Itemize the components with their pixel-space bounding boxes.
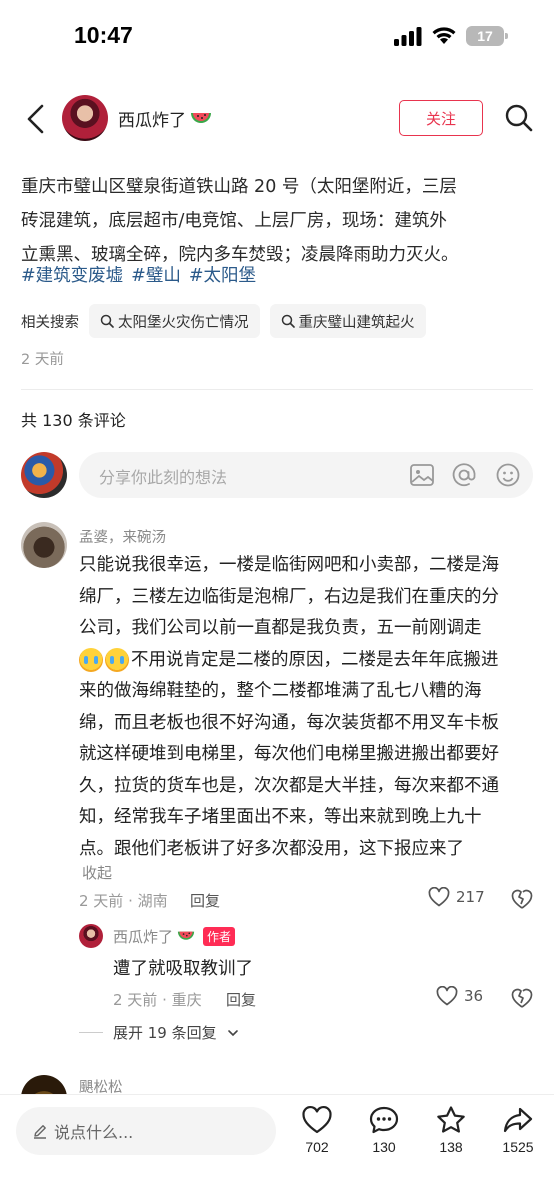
hashtag[interactable]: #太阳堡 [189,262,256,287]
crying-emoji-icon [105,648,129,673]
comment-line-text: 不用说肯定是二楼的原因，二楼是去年年底搬进 [131,649,499,670]
reply-user[interactable]: 西瓜炸了 作者 [113,926,236,947]
comment-bubble-icon [369,1106,399,1134]
reply-text: 遭了就吸取教训了 [113,959,253,979]
comment-line: 就这样硬堆到电梯里，每次他们电梯里搬进搬出都要好 [79,744,499,764]
wifi-icon [432,27,456,44]
battery-level: 17 [477,28,493,44]
author-avatar[interactable] [62,95,108,141]
star-count: 138 [439,1139,463,1155]
divider [21,389,533,390]
star-action[interactable]: 138 [423,1105,479,1155]
comment-line: 绵，而且老板也很不好沟通，每次装货都不用叉车卡板 [79,712,499,733]
comment-meta: 2 天前 · 湖南 [79,892,168,910]
reply-user-name: 西瓜炸了 [113,928,174,946]
heart-icon [302,1105,332,1134]
comment-line: 来的做海绵鞋垫的，整个二楼都堆满了乱七八糟的海 [79,681,482,701]
watermelon-icon [191,112,211,123]
follow-button[interactable]: 关注 [399,100,483,136]
post-line: 重庆市璧山区璧泉街道铁山路 20 号（太阳堡附近，三层 [21,177,457,197]
share-icon [503,1107,533,1133]
reply-button[interactable]: 回复 [190,890,220,911]
comment-line: 公司，我们公司以前一直都是我负责，五一前刚调走 [79,618,482,638]
signal-icon [394,27,422,46]
commenter-name[interactable]: 孟婆，来碗汤 [79,526,166,547]
comment-line: 知，经常我车子堵里面出不来，等出来就到晚上九十 [79,807,482,827]
star-icon [437,1106,465,1133]
dislike-icon[interactable] [511,987,533,1009]
comment-like-button[interactable]: 217 [428,887,485,907]
my-avatar [21,452,67,498]
expand-replies-label: 展开 19 条回复 [113,1024,217,1042]
author-badge: 作者 [203,927,236,946]
search-icon [100,314,114,328]
commenter-avatar[interactable] [21,522,67,568]
crying-emoji-icon [79,648,103,673]
related-search-chip[interactable]: 太阳堡火灾伤亡情况 [89,304,260,338]
comment-total: 130 [372,1139,396,1155]
collapse-button[interactable]: 收起 [82,862,112,883]
like-count: 702 [305,1139,329,1155]
status-icons: 17 [394,26,508,46]
reply-meta: 2 天前 · 重庆 [113,991,202,1009]
composer-placeholder: 分享你此刻的想法 [99,468,228,487]
author-name-text: 西瓜炸了 [118,111,186,131]
related-searches: 相关搜索 太阳堡火灾伤亡情况 重庆璧山建筑起火 [21,304,436,338]
reply-like-button[interactable]: 36 [436,986,483,1006]
comment-count: 共 130 条评论 [21,411,126,430]
post-text: 重庆市璧山区璧泉街道铁山路 20 号（太阳堡附近，三层 砖混建筑，底层超市/电竞… [21,170,536,272]
share-count: 1525 [502,1139,534,1155]
expand-divider [79,1032,103,1033]
heart-icon [436,986,458,1006]
image-icon[interactable] [409,462,435,488]
comment-text: 只能说我很幸运，一楼是临街网吧和小卖部，二楼是海 绵厂，三楼左边临街是泡棉厂，右… [79,550,537,865]
back-icon[interactable] [22,102,50,136]
comment-line: 久，拉货的货车也是，次次都是大半挂，每次来都不通 [79,775,499,796]
related-search-text: 重庆璧山建筑起火 [298,314,415,331]
hashtag[interactable]: #璧山 [131,262,181,287]
emoji-icon[interactable] [495,462,521,488]
search-icon [281,314,295,328]
bottom-input-placeholder: 说点什么... [54,1123,134,1142]
reply-like-count: 36 [464,987,484,1005]
post-time: 2 天前 [21,352,64,368]
hashtag[interactable]: #建筑变废墟 [21,262,123,287]
dislike-icon[interactable] [511,888,533,910]
comment-line: 点。跟他们老板讲了好多次都没用，这下报应来了 [79,838,464,859]
like-action[interactable]: 702 [289,1105,345,1155]
related-searches-label: 相关搜索 [21,314,79,331]
search-icon[interactable] [504,103,534,133]
comment-action[interactable]: 130 [356,1105,412,1155]
pencil-icon [34,1125,46,1139]
related-search-text: 太阳堡火灾伤亡情况 [118,314,249,331]
comment-like-count: 217 [456,888,485,906]
bottom-comment-input[interactable]: 说点什么... [16,1107,276,1155]
nav-bar: 西瓜炸了 关注 [0,88,554,150]
reply-avatar[interactable] [79,924,103,948]
comment-composer[interactable]: 分享你此刻的想法 [79,452,533,498]
comment-line: 绵厂，三楼左边临街是泡棉厂，右边是我们在重庆的分 [79,586,499,607]
expand-replies-button[interactable]: 展开 19 条回复 [79,1022,239,1043]
post-tags: #建筑变废墟 #璧山 #太阳堡 [21,262,256,287]
chevron-down-icon [227,1029,238,1036]
status-time: 10:47 [74,22,133,48]
comment-line: 只能说我很幸运，一楼是临街网吧和小卖部，二楼是海 [79,555,499,575]
watermelon-icon [177,931,195,940]
related-search-chip[interactable]: 重庆璧山建筑起火 [269,304,426,338]
battery-indicator: 17 [466,26,508,46]
share-action[interactable]: 1525 [490,1105,546,1155]
mention-icon[interactable] [451,462,477,488]
heart-icon [428,887,450,907]
comment-line-with-emoji: 不用说肯定是二楼的原因，二楼是去年年底搬进 [79,645,537,677]
author-name[interactable]: 西瓜炸了 [118,106,212,131]
bottom-action-bar: 说点什么... 702 130 138 1525 [0,1094,554,1200]
reply-button[interactable]: 回复 [226,989,256,1010]
status-bar: 10:47 17 [0,0,554,76]
post-line: 砖混建筑，底层超市/电竞馆、上层厂房，现场：建筑外 [21,211,447,231]
